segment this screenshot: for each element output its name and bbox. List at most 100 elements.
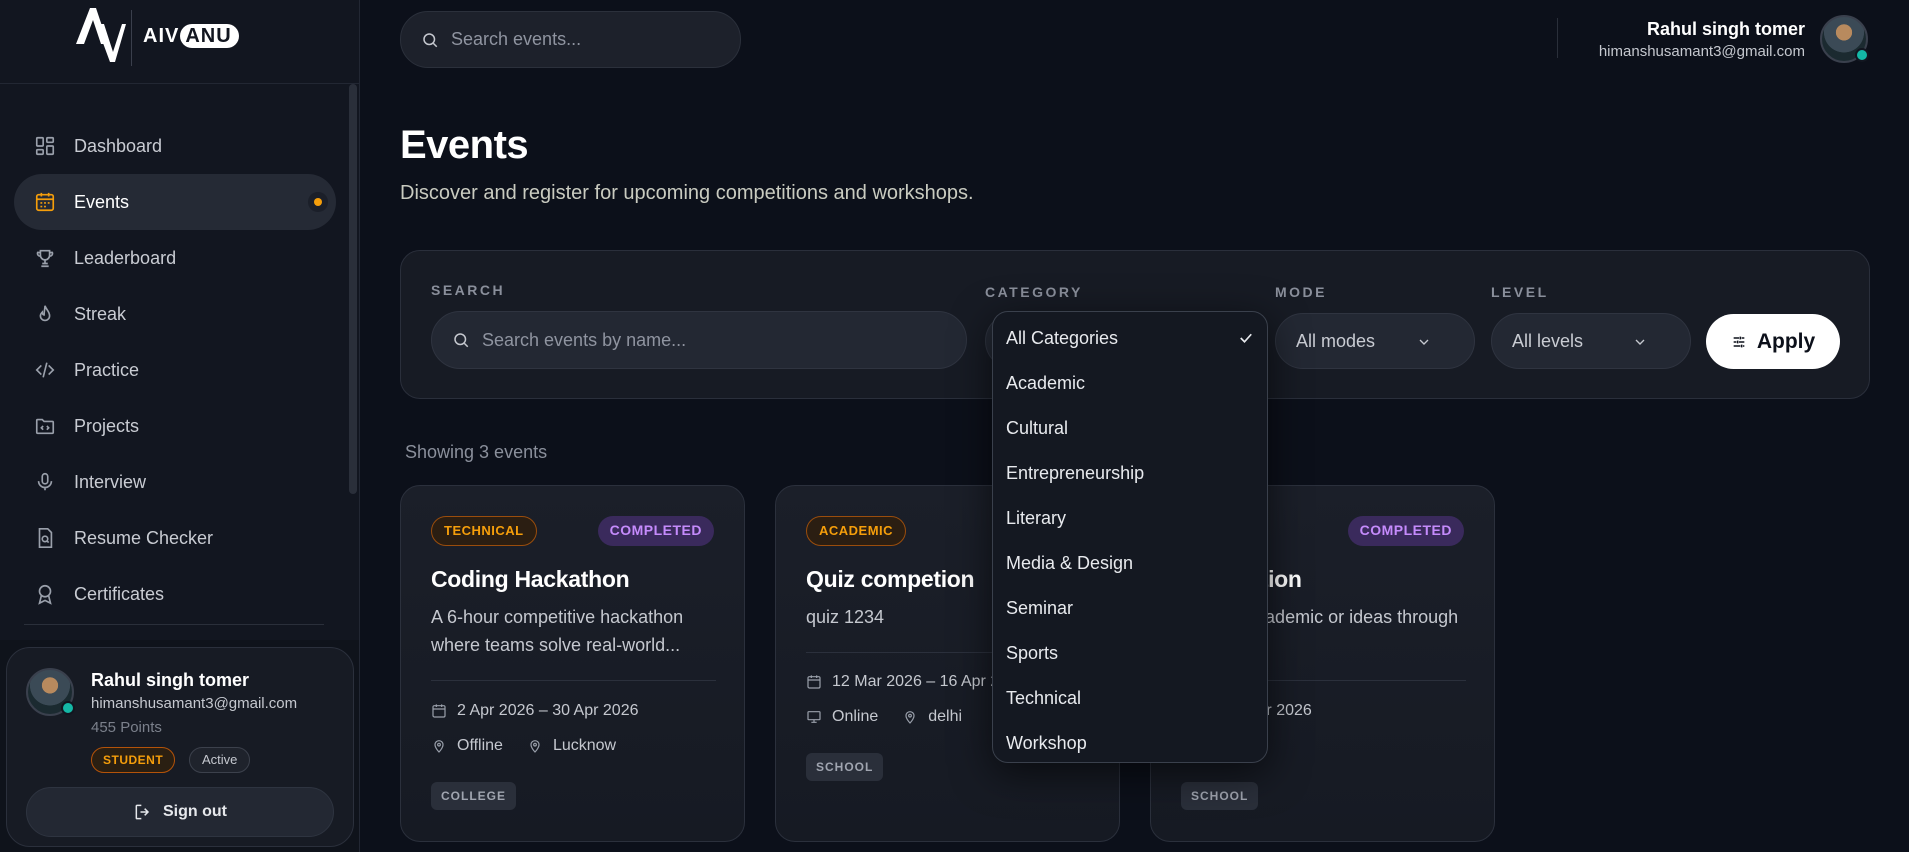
- user-card: Rahul singh tomer himanshusamant3@gmail.…: [6, 647, 354, 847]
- dropdown-option-academic[interactable]: Academic: [993, 361, 1267, 406]
- calendar-icon: [432, 704, 446, 718]
- check-icon: [1240, 333, 1252, 343]
- top-search-bar[interactable]: [400, 11, 741, 68]
- header-avatar[interactable]: [1820, 15, 1869, 63]
- category-dropdown-menu: All Categories Academic Cultural Entrepr…: [992, 311, 1268, 763]
- status-badge: COMPLETED: [597, 516, 714, 546]
- search-icon: [454, 333, 469, 348]
- page-subtitle: Discover and register for upcoming compe…: [400, 182, 974, 204]
- sidebar-item-events[interactable]: Events: [14, 174, 336, 230]
- card-divider: [431, 680, 716, 681]
- event-dates: 12 Mar 2026 – 16 Apr 2: [806, 673, 999, 691]
- level-filter-label: LEVEL: [1491, 284, 1549, 300]
- sidebar-item-streak[interactable]: Streak: [14, 286, 336, 342]
- event-title: Coding Hackathon: [431, 566, 630, 592]
- category-tag: TECHNICAL: [431, 516, 537, 546]
- dashboard-icon: [33, 134, 57, 158]
- active-indicator-dot: [314, 198, 322, 206]
- event-title: Quiz competion: [806, 566, 975, 592]
- dropdown-option-seminar[interactable]: Seminar: [993, 586, 1267, 631]
- option-label: Workshop: [1006, 733, 1087, 753]
- header-divider: [1557, 18, 1558, 58]
- sidebar-item-label: Leaderboard: [74, 247, 177, 268]
- mode-select-value: All modes: [1296, 330, 1376, 351]
- level-select[interactable]: All levels: [1491, 313, 1691, 369]
- option-label: Literary: [1006, 508, 1067, 528]
- top-search-input[interactable]: [451, 29, 711, 50]
- sidebar-item-leaderboard[interactable]: Leaderboard: [14, 230, 336, 286]
- apply-label: Apply: [1756, 329, 1816, 353]
- level-tag: COLLEGE: [431, 782, 517, 810]
- header-user-email: himanshusamant3@gmail.com: [1598, 43, 1805, 60]
- logo-divider: [131, 10, 132, 66]
- apply-button[interactable]: Apply: [1706, 314, 1840, 369]
- sign-out-label: Sign out: [163, 803, 227, 820]
- trophy-icon: [33, 246, 57, 270]
- dropdown-option-cultural[interactable]: Cultural: [993, 406, 1267, 451]
- event-location: delhi: [928, 708, 963, 725]
- dropdown-option-technical[interactable]: Technical: [993, 676, 1267, 721]
- mode-filter-label: MODE: [1275, 284, 1327, 300]
- search-filter-label: SEARCH: [431, 282, 506, 298]
- event-location-row: Offline Lucknow: [431, 737, 616, 755]
- header-user-name: Rahul singh tomer: [1646, 19, 1805, 39]
- chevron-down-icon: [1635, 339, 1645, 345]
- status-badge: Active: [189, 747, 251, 773]
- online-status-indicator: [61, 701, 75, 715]
- event-date-range: 2 Apr 2026 – 30 Apr 2026: [457, 702, 639, 719]
- option-label: Entrepreneurship: [1006, 463, 1145, 483]
- calendar-icon: [33, 190, 57, 214]
- category-filter-label: CATEGORY: [985, 284, 1083, 300]
- results-count: Showing 3 events: [405, 442, 548, 462]
- calendar-icon: [807, 675, 821, 689]
- filter-sliders-icon: [1733, 336, 1745, 347]
- level-tag: SCHOOL: [1181, 782, 1259, 810]
- sidebar-item-projects[interactable]: Projects: [14, 398, 336, 454]
- sidebar-item-resume-checker[interactable]: Resume Checker: [14, 510, 336, 566]
- event-dates: 2 Apr 2026 – 30 Apr 2026: [431, 702, 638, 720]
- sidebar-item-label: Dashboard: [74, 135, 163, 156]
- event-search-input[interactable]: [482, 329, 942, 351]
- dropdown-option-literary[interactable]: Literary: [993, 496, 1267, 541]
- logo-text-pill: ANU: [180, 24, 239, 48]
- dropdown-option-all-categories[interactable]: All Categories: [993, 316, 1267, 361]
- mode-select[interactable]: All modes: [1275, 313, 1475, 369]
- user-email: himanshusamant3@gmail.com: [91, 695, 298, 712]
- monitor-icon: [807, 711, 821, 723]
- map-pin-icon: [434, 740, 444, 753]
- logo[interactable]: AIV ANU: [0, 0, 359, 84]
- dropdown-option-sports[interactable]: Sports: [993, 631, 1267, 676]
- dropdown-option-entrepreneurship[interactable]: Entrepreneurship: [993, 451, 1267, 496]
- sidebar-item-label: Practice: [74, 359, 140, 380]
- level-tag: SCHOOL: [806, 753, 884, 781]
- sidebar-item-label: Projects: [74, 415, 140, 436]
- status-badge: COMPLETED: [1347, 516, 1464, 546]
- event-date-range: 12 Mar 2026 – 16 Apr 2: [832, 673, 1000, 690]
- sidebar-item-interview[interactable]: Interview: [14, 454, 336, 510]
- map-pin-icon: [530, 740, 540, 753]
- dropdown-option-media-design[interactable]: Media & Design: [993, 541, 1267, 586]
- sidebar-item-label: Streak: [74, 303, 127, 324]
- avatar[interactable]: [26, 668, 75, 716]
- code-icon: [33, 358, 57, 382]
- sidebar-item-label: Resume Checker: [74, 527, 214, 548]
- user-points: 455 Points: [91, 719, 162, 736]
- sidebar-item-label: Events: [74, 191, 130, 212]
- event-search-field[interactable]: [431, 311, 967, 369]
- sidebar-item-certificates[interactable]: Certificates: [14, 566, 336, 622]
- option-label: Academic: [1006, 373, 1086, 393]
- online-status-indicator: [1855, 48, 1869, 62]
- user-name: Rahul singh tomer: [91, 670, 250, 690]
- option-label: Sports: [1006, 643, 1059, 663]
- award-icon: [33, 582, 57, 606]
- event-description: A 6-hour competitive hackathon where tea…: [431, 607, 684, 655]
- event-card[interactable]: TECHNICAL COMPLETED Coding Hackathon A 6…: [400, 485, 745, 842]
- event-mode: Online: [832, 708, 879, 725]
- sidebar-item-label: Interview: [74, 471, 147, 492]
- sidebar-scrollbar[interactable]: [349, 84, 357, 494]
- sidebar-item-dashboard[interactable]: Dashboard: [14, 118, 336, 174]
- sidebar-item-practice[interactable]: Practice: [14, 342, 336, 398]
- sign-out-button[interactable]: Sign out: [26, 787, 334, 837]
- dropdown-option-workshop[interactable]: Workshop: [993, 721, 1267, 766]
- option-label: Media & Design: [1006, 553, 1134, 573]
